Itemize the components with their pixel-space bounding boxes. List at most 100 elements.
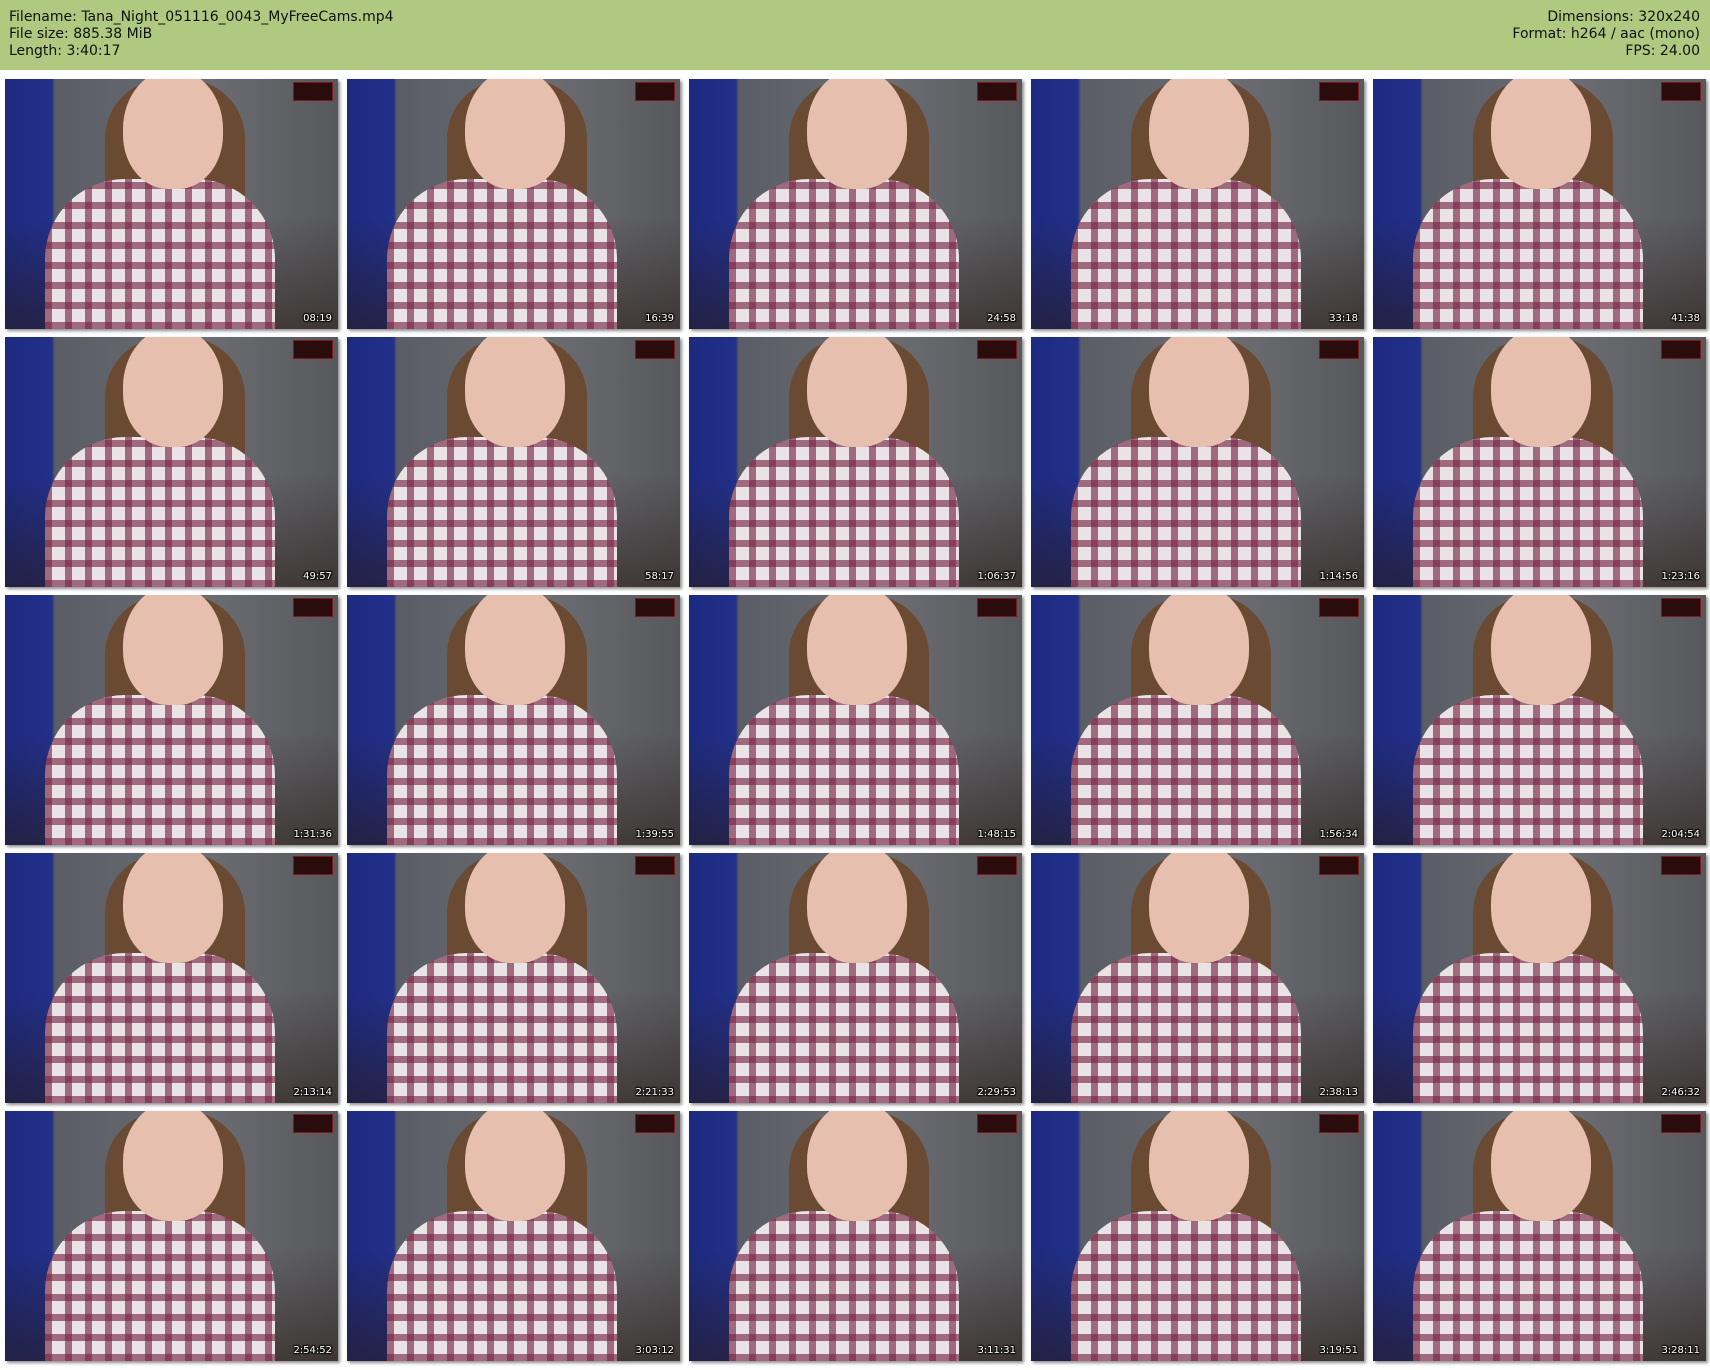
thumbnail-image — [1413, 1111, 1643, 1361]
image-region — [1149, 1111, 1249, 1221]
timestamp-label: 3:28:11 — [1661, 1345, 1700, 1356]
image-region — [45, 437, 275, 587]
watermark-logo — [1319, 82, 1359, 101]
timestamp-label: 1:39:55 — [635, 829, 674, 840]
thumbnail-image — [387, 79, 617, 329]
image-region — [1413, 695, 1643, 845]
watermark-logo — [635, 856, 675, 875]
watermark-logo — [293, 340, 333, 359]
image-region — [1149, 853, 1249, 963]
thumbnail-image — [45, 337, 275, 587]
timestamp-label: 1:14:56 — [1319, 571, 1358, 582]
watermark-logo — [1319, 598, 1359, 617]
thumbnail-image — [387, 853, 617, 1103]
watermark-logo — [977, 598, 1017, 617]
image-region — [1413, 1211, 1643, 1361]
image-region — [45, 953, 275, 1103]
video-thumbnail: 2:38:13 — [1031, 853, 1364, 1103]
thumbnail-image — [45, 853, 275, 1103]
timestamp-label: 3:19:51 — [1319, 1345, 1358, 1356]
watermark-logo — [1319, 856, 1359, 875]
image-region — [1071, 179, 1301, 329]
image-region — [729, 1211, 959, 1361]
watermark-logo — [977, 856, 1017, 875]
thumbnail-image — [1413, 853, 1643, 1103]
image-region — [1071, 695, 1301, 845]
timestamp-label: 2:29:53 — [977, 1087, 1016, 1098]
timestamp-label: 24:58 — [987, 313, 1016, 324]
watermark-logo — [635, 1114, 675, 1133]
watermark-logo — [293, 82, 333, 101]
image-region — [807, 79, 907, 189]
watermark-logo — [1661, 82, 1701, 101]
watermark-logo — [977, 1114, 1017, 1133]
fps-row: FPS: 24.00 — [1512, 43, 1700, 60]
timestamp-label: 41:38 — [1671, 313, 1700, 324]
image-region — [1071, 437, 1301, 587]
image-region — [465, 595, 565, 705]
video-thumbnail: 24:58 — [689, 79, 1022, 329]
image-region — [1149, 79, 1249, 189]
thumbnail-image — [1071, 595, 1301, 845]
watermark-logo — [293, 1114, 333, 1133]
watermark-logo — [1319, 340, 1359, 359]
filename-value: Tana_Night_051116_0043_MyFreeCams.mp4 — [81, 9, 394, 25]
image-region — [387, 695, 617, 845]
video-thumbnail: 1:31:36 — [5, 595, 338, 845]
watermark-logo — [1661, 856, 1701, 875]
image-region — [387, 1211, 617, 1361]
watermark-logo — [293, 598, 333, 617]
image-region — [807, 595, 907, 705]
image-region — [1071, 1211, 1301, 1361]
thumbnail-image — [1071, 1111, 1301, 1361]
image-region — [807, 337, 907, 447]
filesize-value: 885.38 MiB — [73, 26, 153, 42]
timestamp-label: 33:18 — [1329, 313, 1358, 324]
image-region — [123, 79, 223, 189]
thumbnail-image — [45, 1111, 275, 1361]
timestamp-label: 1:23:16 — [1661, 571, 1700, 582]
timestamp-label: 49:57 — [303, 571, 332, 582]
video-thumbnail: 3:11:31 — [689, 1111, 1022, 1361]
watermark-logo — [977, 340, 1017, 359]
image-region — [387, 437, 617, 587]
timestamp-label: 3:03:12 — [635, 1345, 674, 1356]
video-thumbnail: 41:38 — [1373, 79, 1706, 329]
video-thumbnail: 2:21:33 — [347, 853, 680, 1103]
image-region — [729, 179, 959, 329]
image-region — [1149, 595, 1249, 705]
video-thumbnail: 1:23:16 — [1373, 337, 1706, 587]
image-region — [807, 853, 907, 963]
timestamp-label: 1:48:15 — [977, 829, 1016, 840]
image-region — [465, 853, 565, 963]
video-thumbnail: 2:46:32 — [1373, 853, 1706, 1103]
image-region — [123, 595, 223, 705]
image-region — [465, 79, 565, 189]
length-value: 3:40:17 — [66, 43, 121, 59]
timestamp-label: 2:46:32 — [1661, 1087, 1700, 1098]
format-label: Format: — [1512, 26, 1567, 42]
video-thumbnail: 2:13:14 — [5, 853, 338, 1103]
timestamp-label: 2:54:52 — [293, 1345, 332, 1356]
thumbnail-image — [45, 595, 275, 845]
video-thumbnail: 58:17 — [347, 337, 680, 587]
video-thumbnail: 2:54:52 — [5, 1111, 338, 1361]
video-thumbnail: 49:57 — [5, 337, 338, 587]
video-thumbnail: 1:56:34 — [1031, 595, 1364, 845]
thumbnail-image — [1071, 337, 1301, 587]
image-region — [465, 1111, 565, 1221]
image-region — [729, 437, 959, 587]
image-region — [1491, 853, 1591, 963]
watermark-logo — [635, 598, 675, 617]
image-region — [1413, 179, 1643, 329]
image-region — [1491, 1111, 1591, 1221]
video-thumbnail: 2:29:53 — [689, 853, 1022, 1103]
length-label: Length: — [9, 43, 63, 59]
timestamp-label: 2:04:54 — [1661, 829, 1700, 840]
thumbnail-image — [45, 79, 275, 329]
thumbnail-image — [729, 79, 959, 329]
watermark-logo — [977, 82, 1017, 101]
thumbnail-image — [387, 1111, 617, 1361]
video-thumbnail: 1:39:55 — [347, 595, 680, 845]
timestamp-label: 1:31:36 — [293, 829, 332, 840]
